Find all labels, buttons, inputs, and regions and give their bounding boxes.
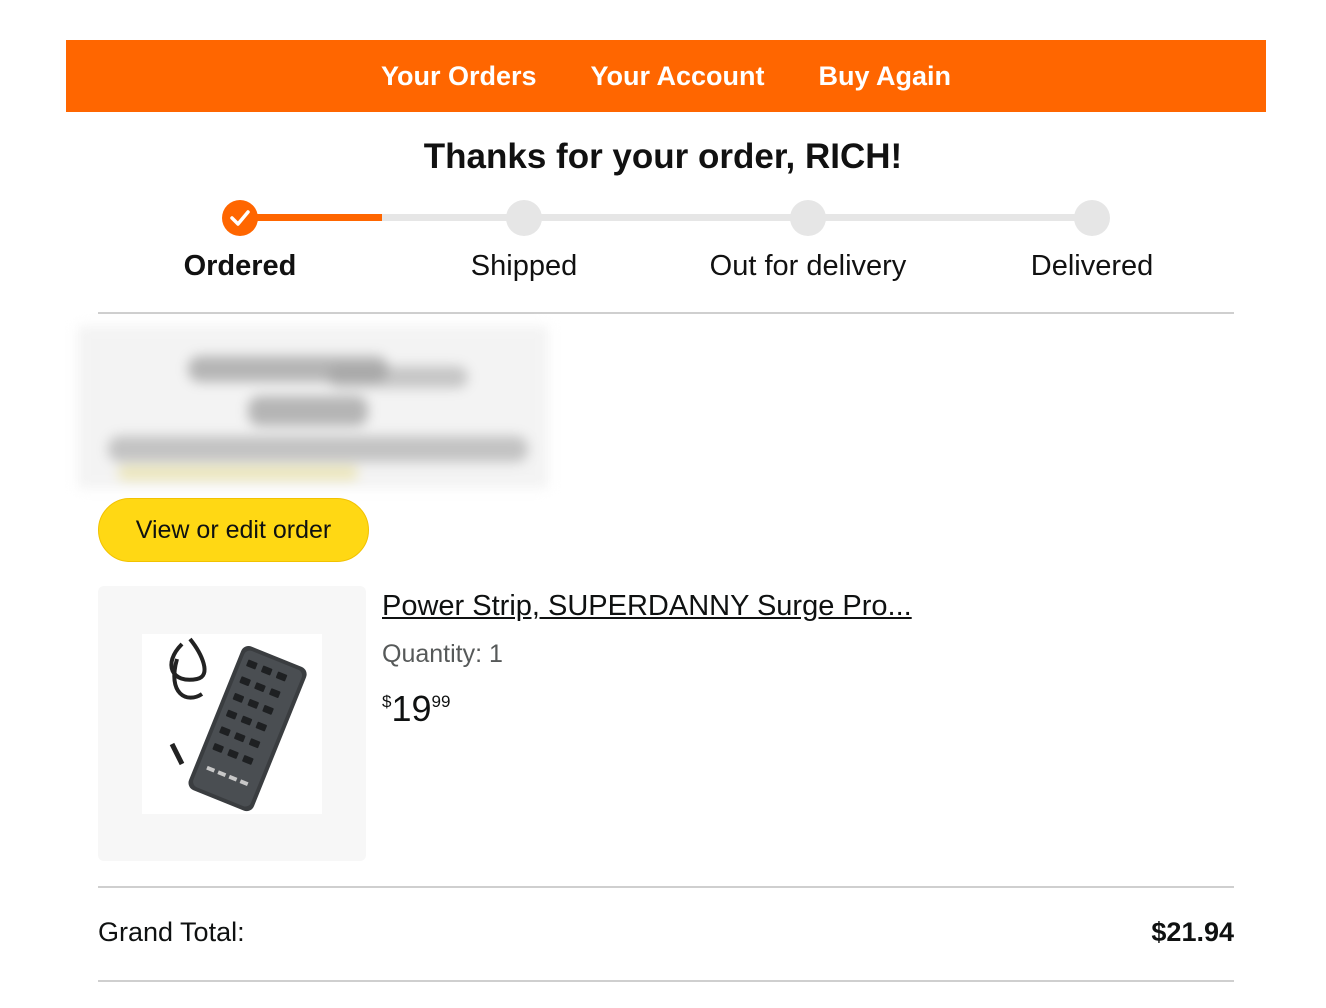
step-label-shipped: Shipped	[470, 250, 578, 282]
order-progress-tracker: Ordered Shipped Out for delivery Deliver…	[0, 196, 1326, 296]
top-nav-bar: Your Orders Your Account Buy Again	[66, 40, 1266, 112]
nav-buy-again[interactable]: Buy Again	[819, 61, 952, 92]
step-label-delivered: Delivered	[1030, 250, 1154, 282]
price-fraction: 99	[431, 692, 451, 711]
step-delivered-dot	[1074, 200, 1110, 236]
price-whole: 19	[391, 688, 432, 729]
step-label-ordered: Ordered	[183, 250, 297, 282]
grand-total-value: $21.94	[1151, 917, 1234, 947]
step-shipped-dot	[506, 200, 542, 236]
view-edit-order-button[interactable]: View or edit order	[98, 498, 369, 562]
step-out-for-delivery-dot	[790, 200, 826, 236]
step-label-out-for-delivery: Out for delivery	[709, 250, 907, 282]
grand-total-label: Grand Total:	[98, 917, 245, 947]
progress-fill	[240, 214, 382, 221]
nav-your-account[interactable]: Your Account	[591, 61, 765, 92]
product-quantity: Quantity: 1	[382, 640, 503, 668]
price-currency-symbol: $	[382, 692, 392, 711]
redacted-shipping-info	[78, 326, 548, 488]
divider	[98, 886, 1234, 888]
nav-your-orders[interactable]: Your Orders	[381, 61, 537, 92]
checkmark-icon	[230, 210, 250, 226]
divider	[98, 312, 1234, 314]
product-title-link[interactable]: Power Strip, SUPERDANNY Surge Pro...	[382, 590, 912, 623]
step-ordered-dot	[222, 200, 258, 236]
product-thumbnail[interactable]	[98, 586, 366, 861]
divider	[98, 980, 1234, 982]
power-strip-icon	[142, 634, 322, 814]
product-price: $1999	[382, 688, 450, 730]
page-title: Thanks for your order, RICH!	[423, 137, 903, 176]
